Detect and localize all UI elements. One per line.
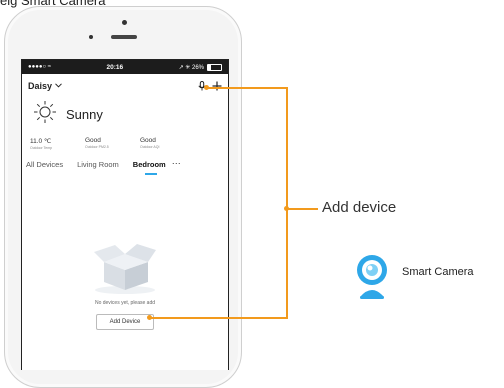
weather-condition: Sunny [66, 107, 103, 122]
callout-dot-label [284, 206, 289, 211]
app-header: Daisy [22, 76, 228, 96]
tab-all-devices[interactable]: All Devices [26, 160, 63, 175]
metric-value: Good [140, 137, 156, 144]
plus-icon[interactable] [212, 81, 222, 91]
metric-label: Outdoor PM2.5 [85, 145, 109, 149]
callout-dot-top [204, 85, 209, 90]
battery-fill [208, 64, 212, 70]
metric-aqi: Good Outdoor AQI [140, 137, 195, 150]
header-actions [198, 81, 222, 91]
metric-label: Outdoor Temp [30, 146, 53, 150]
more-horizontal-icon[interactable]: ⋯ [172, 159, 181, 168]
add-device-button[interactable]: Add Device [95, 314, 155, 330]
home-selector[interactable]: Daisy [28, 81, 62, 91]
status-bar: ●●●●○ ≈ 20:16 ↗ ✳ 26% [22, 60, 228, 74]
callout-line-top [207, 87, 287, 89]
empty-state-text: No devices yet, please add [94, 300, 156, 306]
callout-dot-bottom [147, 315, 152, 320]
earpiece-speaker [111, 35, 137, 39]
outdoor-metrics: 11.0 ℃ Outdoor Temp Good Outdoor PM2.5 G… [22, 137, 228, 150]
tab-label: Bedroom [132, 160, 166, 169]
tab-living-room[interactable]: Living Room [77, 160, 119, 175]
callout-line-label [286, 208, 318, 210]
room-tabs: All Devices Living Room Bedroom ⋯ [22, 159, 228, 175]
smart-camera-label: Smart Camera [402, 266, 474, 278]
battery-icon [207, 63, 222, 71]
status-time: 20:16 [106, 63, 124, 71]
callout-line-bottom [150, 317, 288, 319]
metric-value: Good [85, 137, 101, 144]
metric-pm25: Good Outdoor PM2.5 [85, 137, 140, 150]
callout-line-right [286, 87, 288, 318]
front-camera-dot [122, 20, 127, 25]
chevron-down-icon [55, 82, 62, 90]
weather-summary: Sunny [22, 100, 228, 129]
app-screen: ●●●●○ ≈ 20:16 ↗ ✳ 26% Daisy Sunny 11.0 ℃… [21, 59, 229, 370]
sun-icon [32, 100, 58, 129]
status-battery-text: ↗ ✳ 26% [178, 64, 204, 71]
home-name: Daisy [28, 81, 53, 91]
metric-value: 11.0 ℃ [30, 138, 52, 145]
status-right: ↗ ✳ 26% [178, 63, 222, 71]
active-tab-indicator [144, 173, 157, 175]
metric-label: Outdoor AQI [140, 145, 160, 149]
smart-camera-icon [352, 253, 392, 306]
empty-box-icon [94, 244, 156, 294]
status-carrier: ●●●●○ ≈ [28, 64, 52, 70]
metric-temp: 11.0 ℃ Outdoor Temp [30, 137, 85, 150]
callout-label: Add device [322, 199, 397, 216]
phone-frame: ●●●●○ ≈ 20:16 ↗ ✳ 26% Daisy Sunny 11.0 ℃… [4, 6, 242, 388]
sensor-dot [89, 35, 93, 39]
tab-bedroom[interactable]: Bedroom [133, 160, 166, 175]
